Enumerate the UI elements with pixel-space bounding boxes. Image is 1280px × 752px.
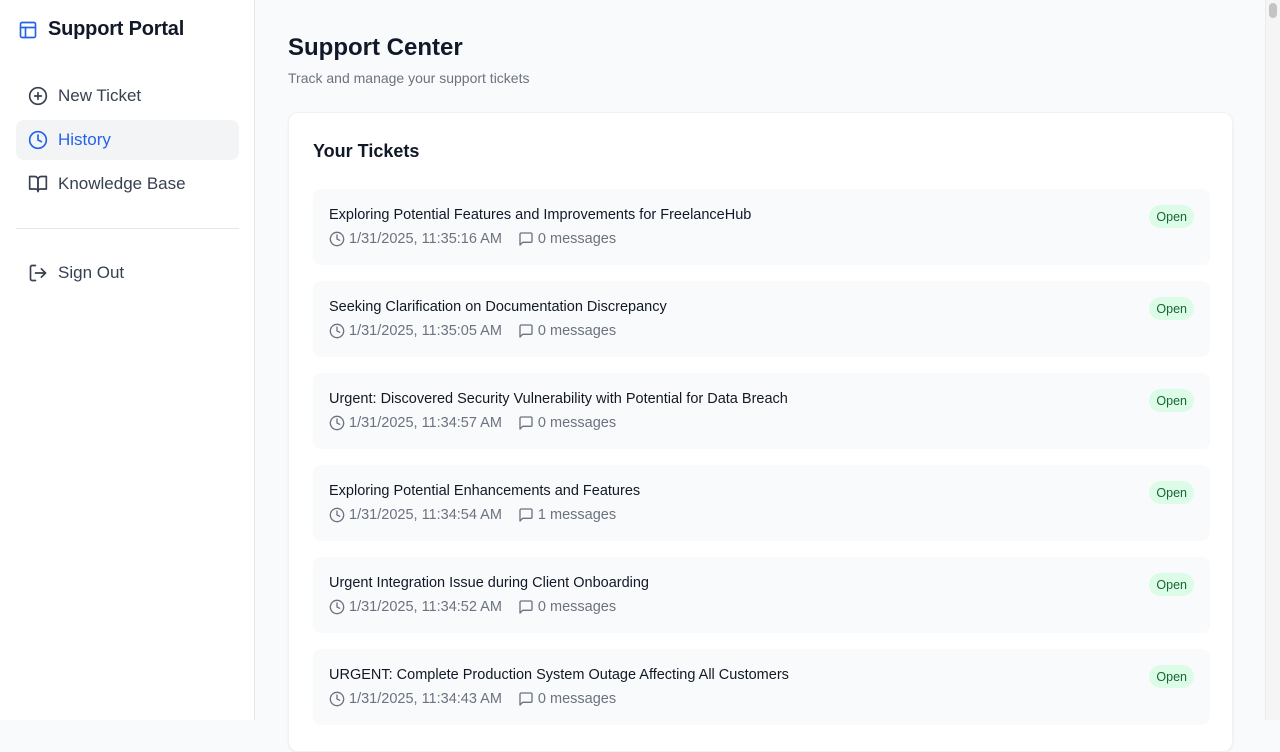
sidebar-divider xyxy=(16,228,239,229)
ticket-title: Urgent Integration Issue during Client O… xyxy=(329,575,649,591)
status-badge: Open xyxy=(1149,665,1194,688)
clock-icon xyxy=(28,130,48,150)
tickets-card: Your Tickets Exploring Potential Feature… xyxy=(288,112,1233,752)
message-square-icon xyxy=(518,691,534,707)
brand-title: Support Portal xyxy=(48,18,185,40)
ticket-item[interactable]: Exploring Potential Enhancements and Fea… xyxy=(313,465,1210,541)
message-square-icon xyxy=(518,323,534,339)
ticket-item[interactable]: URGENT: Complete Production System Outag… xyxy=(313,649,1210,725)
clock-icon xyxy=(329,599,345,615)
message-square-icon xyxy=(518,415,534,431)
ticket-item[interactable]: Seeking Clarification on Documentation D… xyxy=(313,281,1210,357)
book-open-icon xyxy=(28,174,48,194)
ticket-timestamp-group: 1/31/2025, 11:34:54 AM xyxy=(329,507,502,523)
message-square-icon xyxy=(518,231,534,247)
page-subtitle: Track and manage your support tickets xyxy=(288,70,530,86)
clock-icon xyxy=(329,323,345,339)
ticket-messages-group: 0 messages xyxy=(518,231,616,247)
ticket-title: Exploring Potential Enhancements and Fea… xyxy=(329,483,641,499)
sidebar-item-knowledge-base[interactable]: Knowledge Base xyxy=(16,164,239,204)
ticket-item[interactable]: Urgent Integration Issue during Client O… xyxy=(313,557,1210,633)
ticket-list: Exploring Potential Features and Improve… xyxy=(313,189,1210,741)
ticket-timestamp-group: 1/31/2025, 11:34:43 AM xyxy=(329,691,502,707)
clock-icon xyxy=(329,231,345,247)
brand: Support Portal xyxy=(18,18,184,41)
ticket-timestamp: 1/31/2025, 11:34:54 AM xyxy=(349,507,502,523)
page-title: Support Center xyxy=(288,34,463,61)
ticket-meta: 1/31/2025, 11:34:54 AM 1 messages xyxy=(329,507,616,523)
scrollbar-thumb[interactable] xyxy=(1269,3,1277,18)
sidebar-item-new-ticket[interactable]: New Ticket xyxy=(16,76,239,116)
ticket-messages-count: 0 messages xyxy=(537,691,617,707)
status-badge: Open xyxy=(1149,297,1194,320)
ticket-meta: 1/31/2025, 11:35:16 AM 0 messages xyxy=(329,231,616,247)
ticket-messages-group: 0 messages xyxy=(518,691,616,707)
ticket-timestamp-group: 1/31/2025, 11:34:52 AM xyxy=(329,599,502,615)
sidebar: Support Portal New Ticket History Knowle… xyxy=(0,0,255,720)
ticket-meta: 1/31/2025, 11:34:52 AM 0 messages xyxy=(329,599,616,615)
status-badge: Open xyxy=(1149,389,1194,412)
sidebar-item-label: New Ticket xyxy=(58,86,142,105)
ticket-meta: 1/31/2025, 11:35:05 AM 0 messages xyxy=(329,323,616,339)
clock-icon xyxy=(329,415,345,431)
ticket-title: URGENT: Complete Production System Outag… xyxy=(329,667,789,683)
ticket-messages-count: 0 messages xyxy=(537,323,617,339)
ticket-title: Urgent: Discovered Security Vulnerabilit… xyxy=(329,391,788,407)
scrollbar[interactable] xyxy=(1265,0,1280,720)
ticket-meta: 1/31/2025, 11:34:57 AM 0 messages xyxy=(329,415,616,431)
ticket-timestamp: 1/31/2025, 11:35:05 AM xyxy=(349,323,502,339)
ticket-timestamp: 1/31/2025, 11:34:52 AM xyxy=(349,599,502,615)
ticket-timestamp-group: 1/31/2025, 11:35:16 AM xyxy=(329,231,502,247)
ticket-messages-count: 1 messages xyxy=(537,507,617,523)
sidebar-item-history[interactable]: History xyxy=(16,120,239,160)
ticket-item[interactable]: Exploring Potential Features and Improve… xyxy=(313,189,1210,265)
ticket-title: Seeking Clarification on Documentation D… xyxy=(329,299,667,315)
log-out-icon xyxy=(28,263,48,283)
layout-icon xyxy=(18,20,38,40)
clock-icon xyxy=(329,691,345,707)
ticket-messages-group: 0 messages xyxy=(518,415,616,431)
ticket-timestamp: 1/31/2025, 11:34:57 AM xyxy=(349,415,502,431)
ticket-meta: 1/31/2025, 11:34:43 AM 0 messages xyxy=(329,691,616,707)
sign-out-button[interactable]: Sign Out xyxy=(16,253,239,293)
ticket-timestamp-group: 1/31/2025, 11:35:05 AM xyxy=(329,323,502,339)
status-badge: Open xyxy=(1149,481,1194,504)
ticket-timestamp: 1/31/2025, 11:35:16 AM xyxy=(349,231,502,247)
ticket-messages-group: 0 messages xyxy=(518,323,616,339)
sidebar-item-label: History xyxy=(58,130,111,149)
ticket-messages-count: 0 messages xyxy=(537,231,617,247)
sign-out-label: Sign Out xyxy=(58,263,125,282)
main-content: Support Center Track and manage your sup… xyxy=(256,0,1266,752)
message-square-icon xyxy=(518,507,534,523)
ticket-timestamp-group: 1/31/2025, 11:34:57 AM xyxy=(329,415,502,431)
ticket-title: Exploring Potential Features and Improve… xyxy=(329,207,752,223)
card-title: Your Tickets xyxy=(313,141,420,161)
ticket-item[interactable]: Urgent: Discovered Security Vulnerabilit… xyxy=(313,373,1210,449)
message-square-icon xyxy=(518,599,534,615)
sidebar-item-label: Knowledge Base xyxy=(58,174,186,193)
status-badge: Open xyxy=(1149,205,1194,228)
ticket-messages-group: 0 messages xyxy=(518,599,616,615)
clock-icon xyxy=(329,507,345,523)
ticket-timestamp: 1/31/2025, 11:34:43 AM xyxy=(349,691,502,707)
ticket-messages-count: 0 messages xyxy=(537,599,617,615)
ticket-messages-count: 0 messages xyxy=(537,415,617,431)
status-badge: Open xyxy=(1149,573,1194,596)
plus-circle-icon xyxy=(28,86,48,106)
ticket-messages-group: 1 messages xyxy=(518,507,616,523)
